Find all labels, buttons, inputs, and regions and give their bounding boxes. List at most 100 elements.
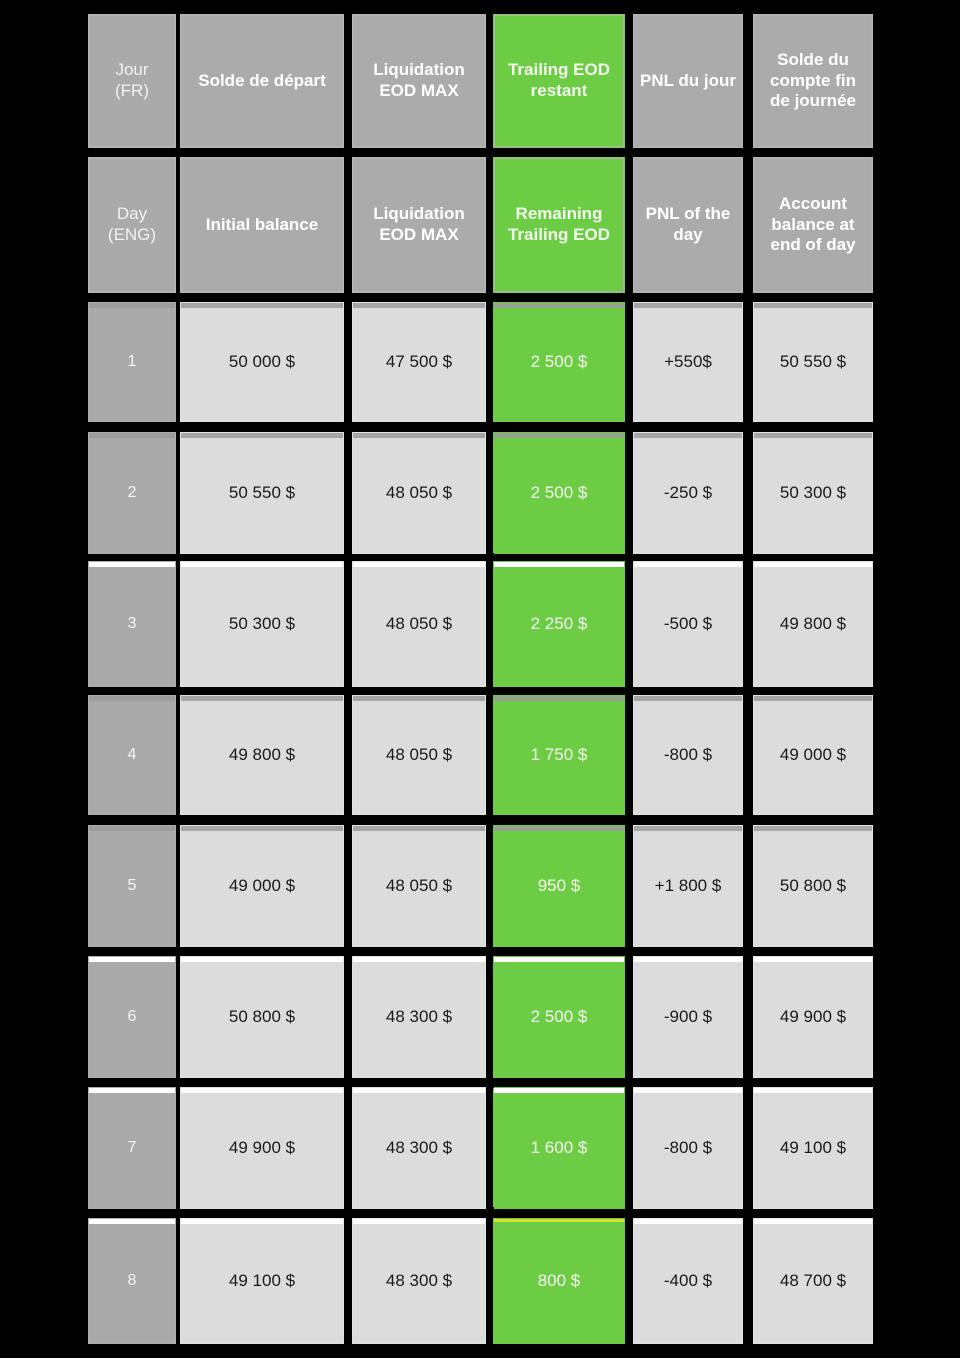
cell-top-bevel — [634, 562, 742, 567]
header-fr-day-line1: Jour — [115, 60, 149, 80]
cell-top-bevel — [181, 303, 343, 308]
cell-top-bevel — [634, 433, 742, 438]
cell-day-row8-value: 8 — [127, 1272, 137, 1290]
cell-liquidation-row1-value: 47 500 $ — [385, 351, 453, 371]
cell-top-bevel — [494, 957, 624, 962]
cell-end_balance-row2-value: 50 300 $ — [779, 482, 847, 502]
cell-top-bevel — [89, 957, 175, 962]
cell-top-bevel — [353, 1219, 485, 1224]
cell-pnl-row2-value: -250 $ — [663, 482, 713, 502]
cell-liquidation-row1: 47 500 $ — [352, 302, 486, 422]
cell-pnl-row1: +550$ — [633, 302, 743, 422]
cell-liquidation-row2-value: 48 050 $ — [385, 482, 453, 502]
cell-top-bevel — [494, 1219, 624, 1222]
cell-pnl-row5-value: +1 800 $ — [654, 875, 722, 895]
cell-day-row6: 6 — [88, 956, 176, 1078]
header-eng-end_balance: Account balance at end of day — [753, 157, 873, 293]
cell-pnl-row2: -250 $ — [633, 432, 743, 554]
header-eng-trailing-label: Remaining Trailing EOD — [507, 204, 611, 244]
cell-top-bevel — [754, 1088, 872, 1093]
grid-nub-artifact — [487, 1081, 494, 1088]
grid-nub-artifact — [487, 1207, 494, 1214]
cell-initial_balance-row1-value: 50 000 $ — [228, 351, 296, 371]
cell-top-bevel — [89, 826, 175, 831]
cell-day-row2: 2 — [88, 432, 176, 554]
cell-pnl-row8-value: -400 $ — [663, 1270, 713, 1290]
cell-top-bevel — [89, 433, 175, 438]
cell-liquidation-row7-value: 48 300 $ — [385, 1137, 453, 1157]
cell-day-row3: 3 — [88, 561, 176, 687]
trailing-drawdown-table: Jour (FR) Solde de départ Liquidation EOD M… — [0, 0, 960, 1358]
header-fr-trailing: Trailing EOD restant — [493, 14, 625, 148]
cell-liquidation-row7: 48 300 $ — [352, 1087, 486, 1209]
cell-end_balance-row8: 48 700 $ — [753, 1218, 873, 1344]
cell-initial_balance-row4: 49 800 $ — [180, 695, 344, 815]
cell-top-bevel — [181, 826, 343, 831]
cell-top-bevel — [353, 826, 485, 831]
cell-pnl-row4-value: -800 $ — [663, 744, 713, 764]
cell-day-row3-value: 3 — [127, 615, 137, 633]
cell-liquidation-row6-value: 48 300 $ — [385, 1006, 453, 1026]
cell-end_balance-row2: 50 300 $ — [753, 432, 873, 554]
cell-top-bevel — [181, 562, 343, 567]
cell-pnl-row3-value: -500 $ — [663, 613, 713, 633]
cell-trailing-row4: 1 750 $ — [493, 695, 625, 815]
cell-end_balance-row3: 49 800 $ — [753, 561, 873, 687]
cell-top-bevel — [754, 696, 872, 701]
cell-pnl-row7: -800 $ — [633, 1087, 743, 1209]
cell-end_balance-row7: 49 100 $ — [753, 1087, 873, 1209]
header-eng-liquidation-label: Liquidation EOD MAX — [373, 204, 465, 244]
cell-end_balance-row4: 49 000 $ — [753, 695, 873, 815]
cell-top-bevel — [181, 696, 343, 701]
cell-top-bevel — [494, 696, 624, 701]
cell-end_balance-row1: 50 550 $ — [753, 302, 873, 422]
cell-top-bevel — [89, 1088, 175, 1093]
cell-top-bevel — [89, 562, 175, 567]
cell-trailing-row5: 950 $ — [493, 825, 625, 947]
cell-day-row4: 4 — [88, 695, 176, 815]
cell-end_balance-row5: 50 800 $ — [753, 825, 873, 947]
cell-top-bevel — [353, 562, 485, 567]
header-fr-end_balance-label: Solde du compte fin de journée — [770, 49, 856, 111]
cell-liquidation-row2: 48 050 $ — [352, 432, 486, 554]
header-fr-pnl: PNL du jour — [633, 14, 743, 148]
cell-initial_balance-row5: 49 000 $ — [180, 825, 344, 947]
header-eng-pnl-label: PNL of the day — [645, 204, 731, 244]
header-fr-end_balance: Solde du compte fin de journée — [753, 14, 873, 148]
cell-top-bevel — [89, 303, 175, 308]
cell-trailing-row4-value: 1 750 $ — [530, 744, 588, 764]
header-eng-trailing: Remaining Trailing EOD — [493, 157, 625, 293]
cell-top-bevel — [89, 696, 175, 701]
cell-day-row1-value: 1 — [127, 353, 137, 371]
cell-trailing-row5-value: 950 $ — [537, 875, 581, 895]
cell-day-row5-value: 5 — [127, 877, 137, 895]
cell-trailing-row3: 2 250 $ — [493, 561, 625, 687]
cell-trailing-row1-value: 2 500 $ — [530, 351, 588, 371]
cell-trailing-row3-value: 2 250 $ — [530, 613, 588, 633]
cell-pnl-row4: -800 $ — [633, 695, 743, 815]
grid-nub-artifact — [487, 553, 494, 560]
cell-day-row2-value: 2 — [127, 484, 137, 502]
header-eng-initial_balance: Initial balance — [180, 157, 344, 293]
cell-day-row1: 1 — [88, 302, 176, 422]
cell-day-row8: 8 — [88, 1218, 176, 1344]
cell-trailing-row1: 2 500 $ — [493, 302, 625, 422]
cell-initial_balance-row8-value: 49 100 $ — [228, 1270, 296, 1290]
cell-top-bevel — [494, 826, 624, 831]
cell-top-bevel — [181, 433, 343, 438]
cell-top-bevel — [754, 303, 872, 308]
cell-liquidation-row3-value: 48 050 $ — [385, 613, 453, 633]
cell-top-bevel — [181, 957, 343, 962]
cell-initial_balance-row4-value: 49 800 $ — [228, 744, 296, 764]
cell-liquidation-row4-value: 48 050 $ — [385, 744, 453, 764]
cell-initial_balance-row7-value: 49 900 $ — [228, 1137, 296, 1157]
cell-initial_balance-row3: 50 300 $ — [180, 561, 344, 687]
cell-liquidation-row8-value: 48 300 $ — [385, 1270, 453, 1290]
cell-trailing-row6: 2 500 $ — [493, 956, 625, 1078]
cell-pnl-row8: -400 $ — [633, 1218, 743, 1344]
cell-top-bevel — [754, 826, 872, 831]
header-fr-liquidation: Liquidation EOD MAX — [352, 14, 486, 148]
cell-top-bevel — [494, 1088, 624, 1093]
cell-day-row7-value: 7 — [127, 1139, 137, 1157]
header-fr-initial_balance: Solde de départ — [180, 14, 344, 148]
